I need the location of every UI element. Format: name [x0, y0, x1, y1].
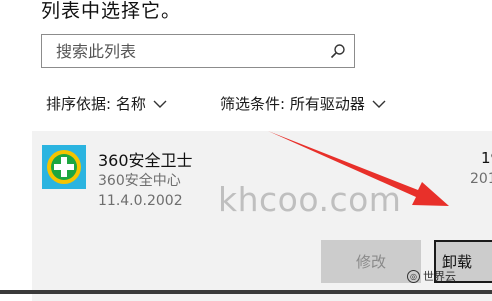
watermark-logo-icon: ◎ — [407, 269, 420, 283]
corner-watermark: ◎ 世界云 — [407, 268, 456, 284]
bottom-edge — [0, 290, 492, 294]
corner-watermark-text: 世界云 — [423, 270, 456, 283]
annotation-arrow-icon — [268, 131, 449, 206]
